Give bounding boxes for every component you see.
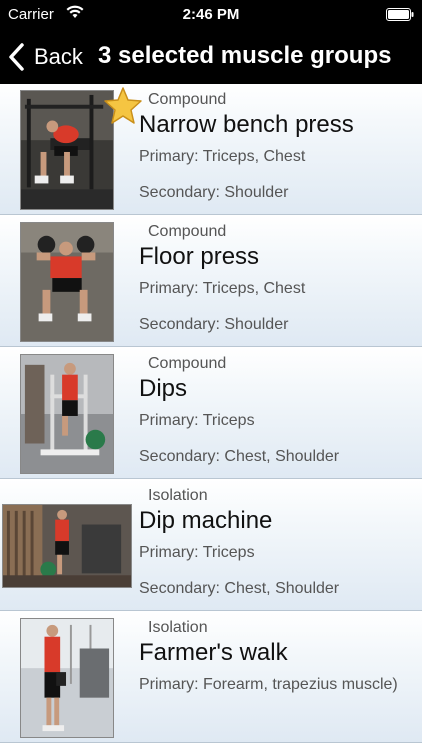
- exercise-type: Isolation: [148, 487, 208, 504]
- primary-muscles: Primary: Triceps, Chest: [139, 148, 306, 165]
- list-item[interactable]: Compound Floor press Primary: Triceps, C…: [0, 216, 422, 347]
- secondary-muscles: Secondary: Chest, Shoulder: [139, 580, 340, 597]
- exercise-name: Dip machine: [139, 507, 273, 534]
- secondary-muscles: Secondary: Chest, Shoulder: [139, 448, 340, 465]
- star-icon[interactable]: [103, 86, 143, 126]
- secondary-muscles: Secondary: Shoulder: [139, 316, 289, 333]
- exercise-type: Compound: [148, 91, 227, 108]
- exercise-photo: [20, 90, 114, 210]
- primary-muscles: Primary: Triceps, Chest: [139, 280, 306, 297]
- primary-muscles: Primary: Triceps: [139, 544, 255, 561]
- navigation-bar: Back 3 selected muscle groups: [0, 30, 422, 84]
- chevron-left-icon: [9, 43, 24, 71]
- back-button[interactable]: Back: [6, 40, 83, 74]
- exercise-name: Narrow bench press: [139, 111, 354, 138]
- exercise-name: Dips: [139, 375, 188, 402]
- primary-muscles: Primary: Forearm, trapezius muscle): [139, 676, 398, 693]
- page-title: 3 selected muscle groups: [98, 42, 392, 69]
- exercise-list[interactable]: Compound Narrow bench press Primary: Tri…: [0, 84, 422, 750]
- primary-muscles: Primary: Triceps: [139, 412, 255, 429]
- secondary-muscles: Secondary: Shoulder: [139, 184, 289, 201]
- list-item[interactable]: Isolation Farmer's walk Primary: Forearm…: [0, 612, 422, 743]
- exercise-photo: [20, 222, 114, 342]
- battery-icon: [386, 8, 414, 21]
- exercise-name: Floor press: [139, 243, 260, 270]
- exercise-photo: [2, 504, 132, 588]
- exercise-type: Isolation: [148, 619, 208, 636]
- exercise-name: Farmer's walk: [139, 639, 288, 666]
- list-item[interactable]: Isolation Dip machine Primary: Triceps S…: [0, 480, 422, 611]
- exercise-photo: [20, 354, 114, 474]
- list-item[interactable]: Compound Narrow bench press Primary: Tri…: [0, 84, 422, 215]
- back-button-label: Back: [34, 44, 83, 69]
- list-item[interactable]: Compound Dips Primary: Triceps Secondary…: [0, 348, 422, 479]
- exercise-photo: [20, 618, 114, 738]
- clock: 2:46 PM: [182, 6, 240, 23]
- exercise-type: Compound: [148, 355, 227, 372]
- exercise-type: Compound: [148, 223, 227, 240]
- status-bar: Carrier 2:46 PM: [0, 0, 422, 30]
